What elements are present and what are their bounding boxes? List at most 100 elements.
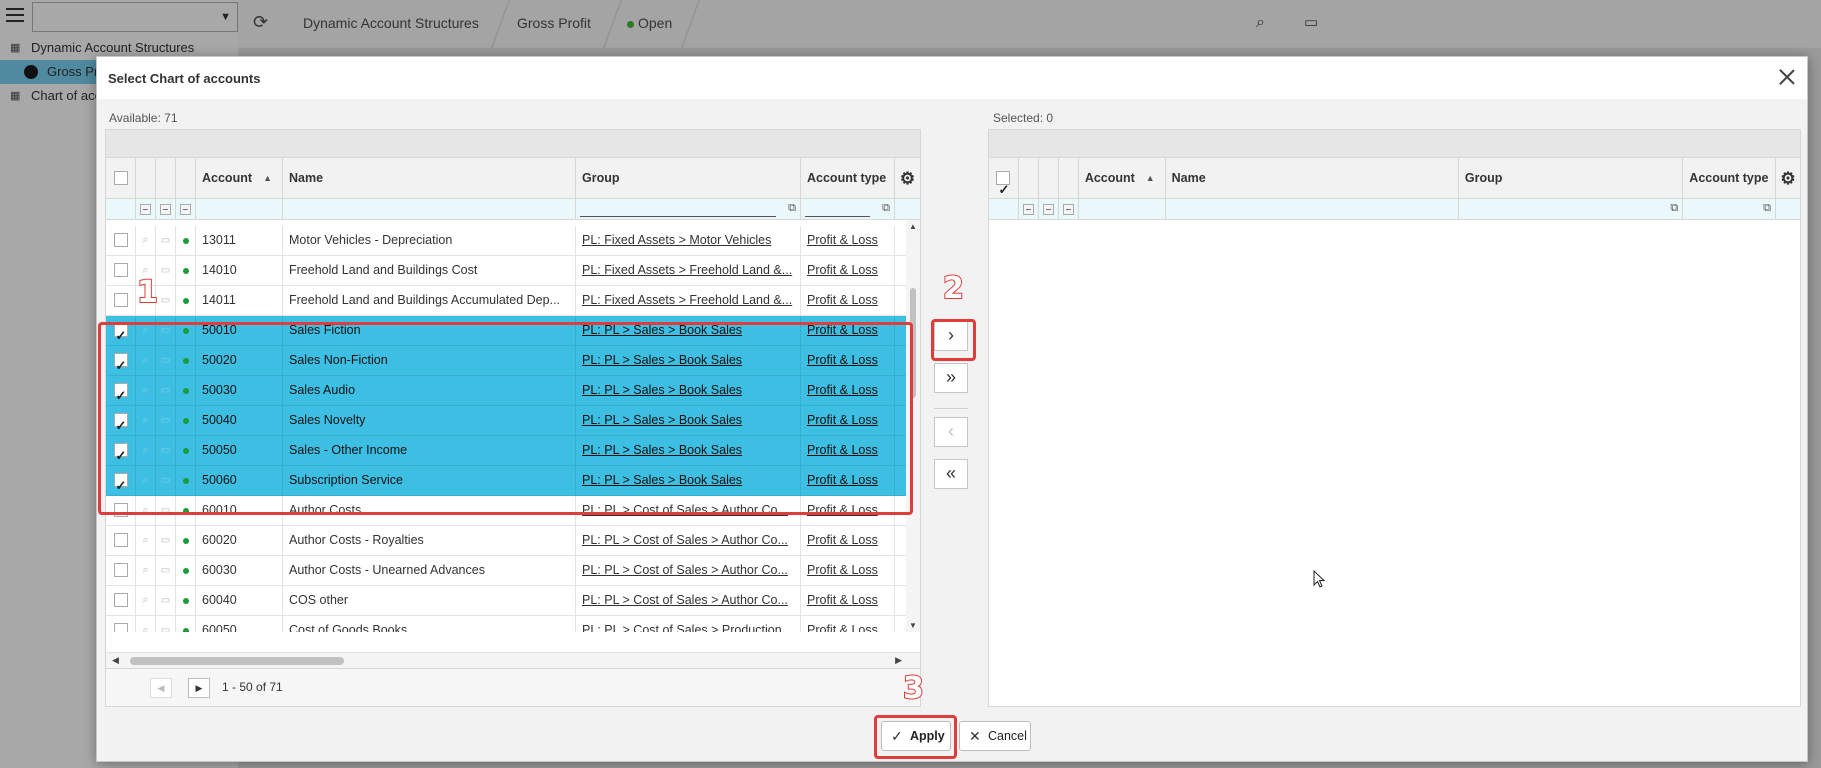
- group-link[interactable]: PL: PL > Sales > Book Sales: [582, 353, 742, 367]
- group-link[interactable]: PL: PL > Cost of Sales > Author Co...: [582, 503, 788, 517]
- table-row[interactable]: ⌕▭ 50030Sales Audio PL: PL > Sales > Book …: [106, 376, 920, 406]
- group-link[interactable]: PL: PL > Sales > Book Sales: [582, 413, 742, 427]
- account-type-link[interactable]: Profit & Loss: [807, 293, 878, 307]
- account-type-link[interactable]: Profit & Loss: [807, 563, 878, 577]
- apply-button[interactable]: ✓ Apply: [881, 721, 951, 751]
- move-all-left-button[interactable]: «: [934, 459, 968, 489]
- move-all-right-button[interactable]: »: [934, 363, 968, 393]
- row-checkbox[interactable]: [113, 533, 128, 547]
- filter-attachment[interactable]: [1019, 199, 1039, 219]
- move-selected-left-button[interactable]: ‹: [934, 417, 968, 447]
- scroll-down-icon[interactable]: ▼: [909, 621, 917, 630]
- group-link[interactable]: PL: PL > Sales > Book Sales: [582, 383, 742, 397]
- scroll-right-icon[interactable]: ▶: [895, 655, 902, 666]
- filter-attachment[interactable]: [136, 199, 156, 219]
- select-all-checkbox[interactable]: [996, 169, 1011, 198]
- row-checkbox[interactable]: [113, 471, 128, 495]
- attachment-icon[interactable]: ⌕: [136, 436, 156, 465]
- filter-account[interactable]: [1079, 199, 1166, 219]
- comment-icon[interactable]: ▭: [156, 586, 176, 615]
- row-checkbox[interactable]: [113, 293, 128, 307]
- vertical-scrollbar[interactable]: ▲ ▼: [906, 220, 920, 632]
- account-type-link[interactable]: Profit & Loss: [807, 443, 878, 457]
- scroll-thumb[interactable]: [910, 288, 916, 398]
- horizontal-scrollbar[interactable]: ◀ ▶: [106, 652, 920, 668]
- row-checkbox-cell[interactable]: [106, 436, 136, 465]
- row-checkbox[interactable]: [113, 381, 128, 405]
- comment-icon[interactable]: ▭: [156, 376, 176, 405]
- row-checkbox-cell[interactable]: [106, 556, 136, 585]
- row-checkbox-cell[interactable]: [106, 316, 136, 345]
- row-checkbox-cell[interactable]: [106, 466, 136, 495]
- sidebar-select[interactable]: ▼: [32, 2, 238, 32]
- row-checkbox[interactable]: [113, 263, 128, 277]
- row-checkbox[interactable]: [113, 441, 128, 465]
- row-checkbox[interactable]: [113, 411, 128, 435]
- select-all-cell[interactable]: [106, 158, 136, 198]
- group-link[interactable]: PL: Fixed Assets > Freehold Land &...: [582, 293, 792, 307]
- open-external-icon[interactable]: ⧉: [788, 202, 796, 215]
- attachment-icon[interactable]: ⌕: [136, 496, 156, 525]
- table-row[interactable]: ⌕ ▭ 60040 COS other PL: PL > Cost of Sales >…: [106, 586, 920, 616]
- attachment-icon[interactable]: ⌕: [136, 526, 156, 555]
- scroll-up-icon[interactable]: ▲: [909, 222, 917, 231]
- group-link[interactable]: PL: PL > Cost of Sales > Author Co...: [582, 533, 788, 547]
- account-type-link[interactable]: Profit & Loss: [807, 263, 878, 277]
- scroll-left-icon[interactable]: ◀: [112, 655, 119, 666]
- row-checkbox[interactable]: [113, 351, 128, 375]
- table-row[interactable]: ⌕▭ 50040Sales Novelty PL: PL > Sales > Boo…: [106, 406, 920, 436]
- group-link[interactable]: PL: PL > Sales > Book Sales: [582, 473, 742, 487]
- open-external-icon[interactable]: ⧉: [882, 202, 890, 215]
- hamburger-menu-icon[interactable]: [6, 8, 24, 24]
- comment-icon[interactable]: ▭: [156, 226, 176, 255]
- table-row[interactable]: ⌕ ▭ 60010 Author Costs PL: PL > Cost of Sale…: [106, 496, 920, 526]
- comment-icon[interactable]: ▭: [156, 556, 176, 585]
- select-all-checkbox[interactable]: [113, 171, 128, 185]
- row-checkbox-cell[interactable]: [106, 286, 136, 315]
- group-link[interactable]: PL: PL > Cost of Sales > Production...: [582, 623, 792, 632]
- attachment-icon[interactable]: ⌕: [136, 556, 156, 585]
- account-type-col-header[interactable]: Account type: [1683, 158, 1777, 198]
- group-link[interactable]: PL: Fixed Assets > Freehold Land &...: [582, 263, 792, 277]
- table-row[interactable]: ⌕ ▭ 14010 Freehold Land and Buildings Cost P…: [106, 256, 920, 286]
- account-type-link[interactable]: Profit & Loss: [807, 473, 878, 487]
- comment-icon[interactable]: ▭: [1304, 13, 1318, 31]
- filter-status[interactable]: [176, 199, 196, 219]
- name-col-header[interactable]: Name: [1166, 158, 1459, 198]
- breadcrumb-item[interactable]: Gross Profit: [517, 15, 591, 31]
- comment-icon[interactable]: ▭: [156, 346, 176, 375]
- row-checkbox-cell[interactable]: [106, 586, 136, 615]
- filter-name[interactable]: [1166, 199, 1459, 219]
- attachment-icon[interactable]: ⌕: [136, 586, 156, 615]
- group-col-header[interactable]: Group: [1459, 158, 1684, 198]
- settings-gear-icon[interactable]: ⚙: [1776, 158, 1800, 198]
- filter-group[interactable]: ⧉: [576, 199, 801, 219]
- attachment-icon[interactable]: ⌕: [136, 406, 156, 435]
- filter-account-type[interactable]: ⧉: [801, 199, 895, 219]
- name-col-header[interactable]: Name: [283, 158, 576, 198]
- close-icon[interactable]: [1775, 65, 1799, 89]
- move-selected-right-button[interactable]: ›: [934, 321, 968, 351]
- group-link[interactable]: PL: PL > Cost of Sales > Author Co...: [582, 563, 788, 577]
- row-checkbox[interactable]: [113, 233, 128, 247]
- row-checkbox-cell[interactable]: [106, 256, 136, 285]
- account-type-link[interactable]: Profit & Loss: [807, 503, 878, 517]
- row-checkbox-cell[interactable]: [106, 406, 136, 435]
- table-row[interactable]: ⌕▭ 50060Subscription Service PL: PL > Sale…: [106, 466, 920, 496]
- group-link[interactable]: PL: PL > Sales > Book Sales: [582, 443, 742, 457]
- filter-account[interactable]: [196, 199, 283, 219]
- select-all-cell[interactable]: [989, 158, 1019, 198]
- account-type-link[interactable]: Profit & Loss: [807, 593, 878, 607]
- row-checkbox[interactable]: [113, 503, 128, 517]
- attachment-icon[interactable]: ⌕: [136, 466, 156, 495]
- attachment-icon[interactable]: ⌕: [1256, 14, 1265, 32]
- account-type-link[interactable]: Profit & Loss: [807, 413, 878, 427]
- table-row[interactable]: ⌕▭ 50050Sales - Other Income PL: PL > Sale…: [106, 436, 920, 466]
- row-checkbox[interactable]: [113, 563, 128, 577]
- group-col-header[interactable]: Group: [576, 158, 801, 198]
- account-type-link[interactable]: Profit & Loss: [807, 623, 878, 632]
- comment-icon[interactable]: ▭: [156, 436, 176, 465]
- table-row[interactable]: ⌕ ▭ 14011 Freehold Land and Buildings Accum…: [106, 286, 920, 316]
- breadcrumb-status[interactable]: Open: [627, 15, 672, 31]
- account-col-header[interactable]: Account ▲: [196, 158, 283, 198]
